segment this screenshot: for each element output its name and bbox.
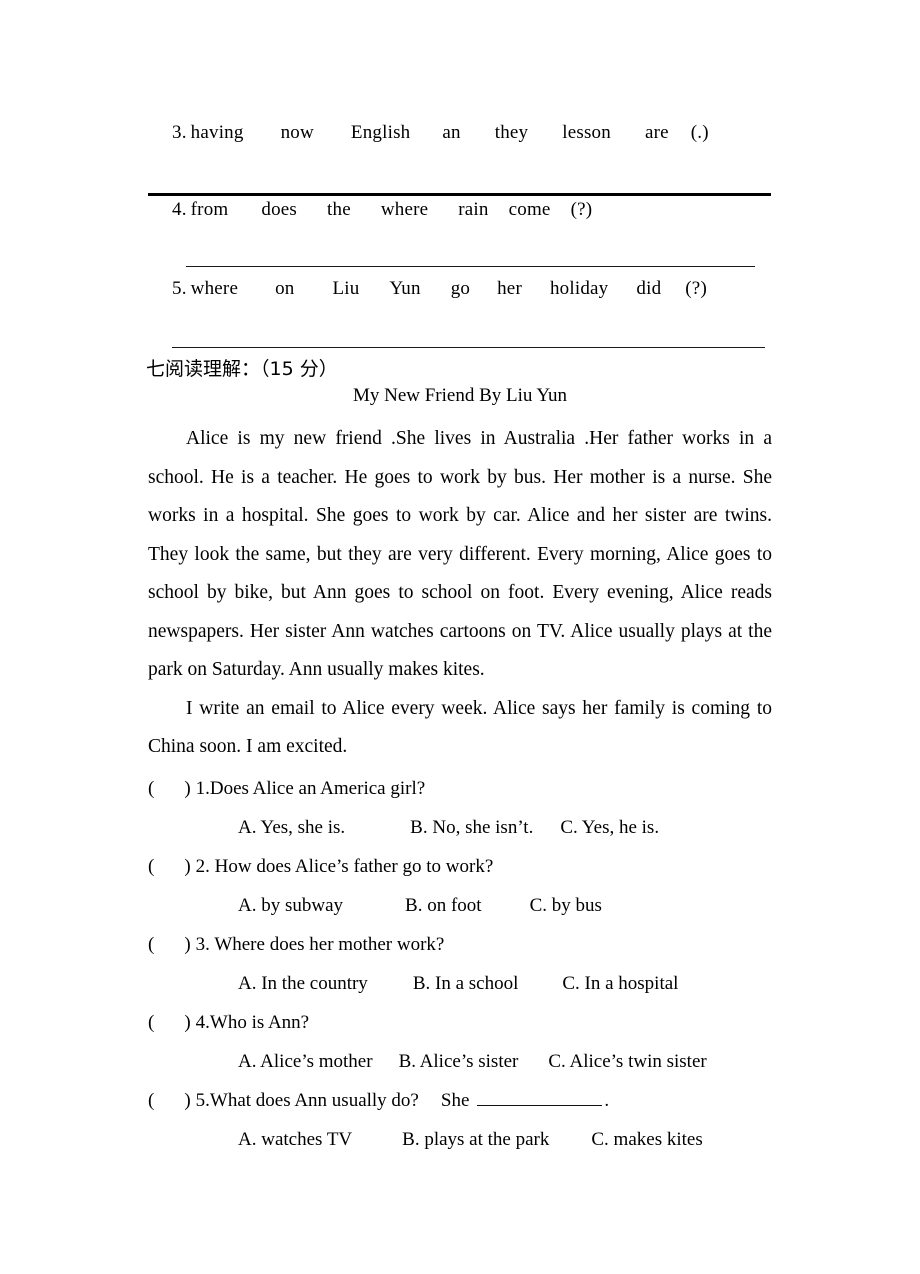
- answer-bracket-close: ): [184, 1012, 191, 1033]
- passage-paragraph-2: I write an email to Alice every week. Al…: [148, 697, 772, 758]
- option-a[interactable]: A. by subway: [238, 895, 343, 917]
- scramble-word: the: [327, 199, 351, 220]
- question-5-answer-prefix: She: [440, 1090, 470, 1111]
- option-b[interactable]: B. No, she isn’t.: [410, 817, 533, 839]
- scramble-word: now: [280, 122, 314, 143]
- question-5-text: 5.What does Ann usually do?: [195, 1090, 419, 1111]
- scramble-word: Liu: [332, 278, 360, 299]
- scramble-word: where: [190, 278, 239, 299]
- scramble-word: they: [494, 122, 529, 143]
- question-5-fill-blank[interactable]: [477, 1090, 603, 1106]
- scramble-word: from: [190, 199, 229, 220]
- option-c[interactable]: C. Alice’s twin sister: [548, 1051, 706, 1073]
- answer-bracket-open: (: [148, 1090, 155, 1111]
- option-a[interactable]: A. watches TV: [238, 1129, 352, 1151]
- scramble-item-4-number: 4.: [172, 199, 187, 220]
- answer-bracket-close: ): [184, 778, 191, 799]
- scramble-word: where: [380, 199, 429, 220]
- question-4-options: A. Alice’s mother B. Alice’s sister C. Ali…: [238, 1051, 707, 1073]
- scramble-word: lesson: [562, 122, 611, 143]
- answer-bracket-close: ): [184, 856, 191, 877]
- passage-title: My New Friend By Liu Yun: [352, 385, 568, 406]
- option-c[interactable]: C. by bus: [530, 895, 602, 917]
- answer-bracket-close: ): [184, 934, 191, 955]
- reading-section-heading: 七阅读理解：（15 分）: [146, 358, 338, 380]
- option-c[interactable]: C. Yes, he is.: [560, 817, 659, 839]
- scramble-word: an: [442, 122, 461, 143]
- question-2-text: 2. How does Alice’s father go to work?: [195, 856, 494, 877]
- passage-body: Alice is my new friend .She lives in Aus…: [148, 420, 772, 767]
- question-3-options: A. In the country B. In a school C. In a h…: [238, 973, 678, 995]
- scramble-word: her: [497, 278, 522, 299]
- scramble-item-3: 3. having now English an they lesson are (.): [172, 122, 709, 144]
- answer-rule-item-3: [148, 193, 771, 196]
- scramble-word: did: [636, 278, 662, 299]
- answer-bracket-open: (: [148, 934, 155, 955]
- option-b[interactable]: B. Alice’s sister: [399, 1051, 519, 1073]
- scramble-word: does: [261, 199, 298, 220]
- scramble-item-5-number: 5.: [172, 278, 187, 299]
- option-b[interactable]: B. on foot: [405, 895, 482, 917]
- scramble-word: rain: [458, 199, 489, 220]
- scramble-word: on: [275, 278, 295, 299]
- answer-bracket-close: ): [184, 1090, 191, 1111]
- scramble-word: go: [450, 278, 471, 299]
- question-4-text: 4.Who is Ann?: [195, 1012, 310, 1033]
- option-b[interactable]: B. In a school: [413, 973, 519, 995]
- scramble-word: having: [190, 122, 244, 143]
- option-a[interactable]: A. In the country: [238, 973, 368, 995]
- scramble-word: English: [350, 122, 411, 143]
- scramble-item-5: 5. where on Liu Yun go her holiday did (?): [172, 278, 707, 300]
- question-1-options: A. Yes, she is. B. No, she isn’t. C. Yes, …: [238, 817, 659, 839]
- question-5: () 5.What does Ann usually do? She.: [148, 1090, 609, 1112]
- option-c[interactable]: C. makes kites: [591, 1129, 702, 1151]
- option-b[interactable]: B. plays at the park: [402, 1129, 549, 1151]
- question-5-answer-suffix: .: [604, 1090, 610, 1111]
- question-3: () 3. Where does her mother work?: [148, 934, 444, 956]
- answer-line-item-4: [186, 266, 755, 267]
- scramble-item-3-number: 3.: [172, 122, 187, 143]
- scramble-word: Yun: [389, 278, 421, 299]
- answer-bracket-open: (: [148, 778, 155, 799]
- question-2: () 2. How does Alice’s father go to work?: [148, 856, 493, 878]
- question-1: () 1.Does Alice an America girl?: [148, 778, 425, 800]
- question-4: () 4.Who is Ann?: [148, 1012, 309, 1034]
- option-a[interactable]: A. Yes, she is.: [238, 817, 345, 839]
- worksheet-page: 3. having now English an they lesson are (.) 4. f…: [0, 0, 920, 1274]
- scramble-word: (?): [685, 278, 707, 299]
- answer-line-item-5: [172, 347, 765, 348]
- option-a[interactable]: A. Alice’s mother: [238, 1051, 373, 1073]
- scramble-word: holiday: [549, 278, 609, 299]
- answer-bracket-open: (: [148, 1012, 155, 1033]
- option-c[interactable]: C. In a hospital: [562, 973, 678, 995]
- question-2-options: A. by subway B. on foot C. by bus: [238, 895, 602, 917]
- passage-paragraph-1: Alice is my new friend .She lives in Aus…: [148, 428, 772, 680]
- scramble-word: are: [644, 122, 669, 143]
- answer-bracket-open: (: [148, 856, 155, 877]
- question-5-options: A. watches TV B. plays at the park C. make…: [238, 1129, 703, 1151]
- question-3-text: 3. Where does her mother work?: [195, 934, 445, 955]
- scramble-word: come: [508, 199, 551, 220]
- scramble-word: (.): [690, 122, 709, 143]
- scramble-item-4: 4. from does the where rain come (?): [172, 199, 592, 221]
- question-1-text: 1.Does Alice an America girl?: [195, 778, 426, 799]
- scramble-word: (?): [570, 199, 593, 220]
